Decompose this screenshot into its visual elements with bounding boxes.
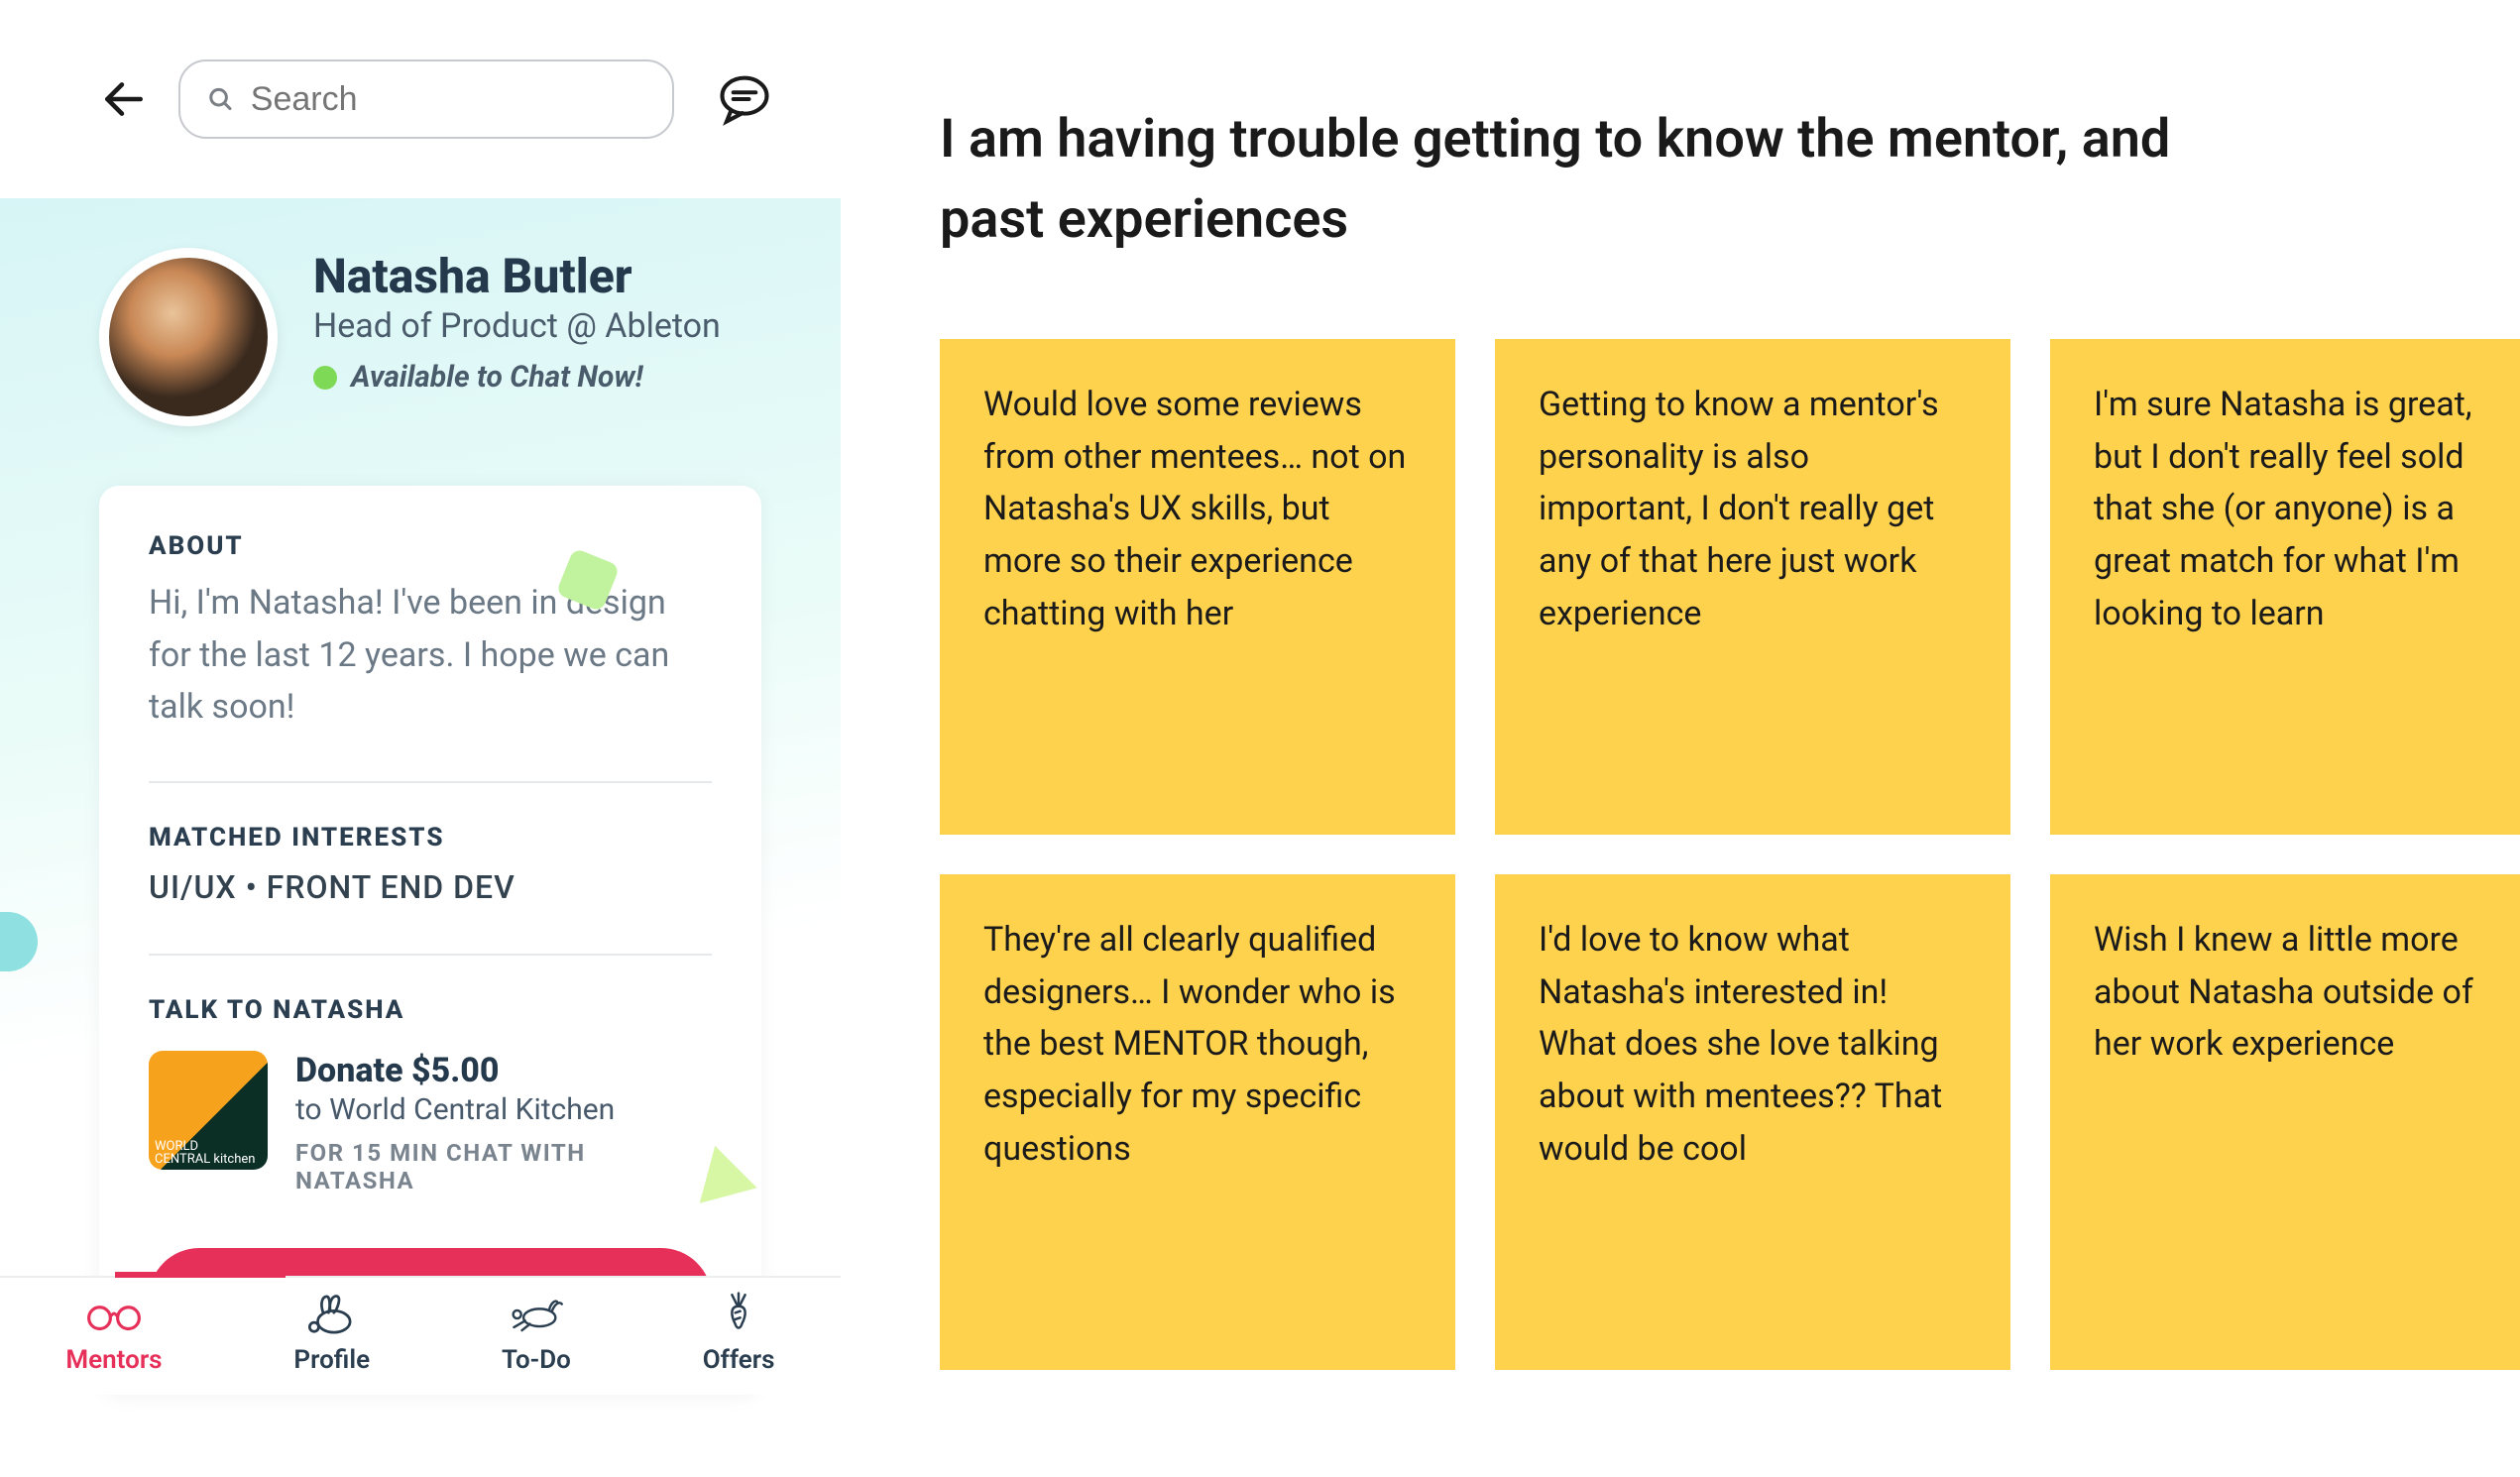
mentor-card: ABOUT Hi, I'm Natasha! I've been in desi… (99, 486, 761, 1395)
mentor-avatar (99, 248, 278, 426)
mentor-title: Head of Product @ Ableton (313, 306, 721, 346)
tab-label: Offers (703, 1345, 775, 1375)
interests-label: MATCHED INTERESTS (149, 823, 712, 852)
talk-to-label: TALK TO NATASHA (149, 995, 712, 1025)
search-box[interactable] (178, 59, 674, 139)
messages-icon[interactable] (718, 72, 771, 126)
feedback-panel: I am having trouble getting to know the … (841, 0, 2520, 1477)
tab-label: To-Do (502, 1345, 571, 1375)
tab-label: Mentors (65, 1345, 162, 1375)
divider (149, 954, 712, 956)
donate-org: to World Central Kitchen (295, 1092, 712, 1127)
online-dot-icon (313, 366, 337, 390)
charity-logo (149, 1051, 268, 1170)
donate-duration: FOR 15 MIN CHAT WITH NATASHA (295, 1139, 712, 1194)
profile-area: Natasha Butler Head of Product @ Ableton… (0, 198, 841, 1395)
sticky-note: I'm sure Natasha is great, but I don't r… (2050, 339, 2520, 835)
sticky-note: I'd love to know what Natasha's interest… (1495, 874, 2010, 1370)
app-panel: Natasha Butler Head of Product @ Ableton… (0, 0, 841, 1477)
availability-text: Available to Chat Now! (351, 360, 643, 395)
interests-value: UI/UX • FRONT END DEV (149, 868, 712, 906)
tab-bar: Mentors Profile (0, 1276, 841, 1395)
feedback-title: I am having trouble getting to know the … (940, 99, 2229, 260)
search-icon (206, 83, 235, 115)
mentor-name: Natasha Butler (313, 248, 721, 304)
running-rabbit-icon (508, 1292, 565, 1337)
glasses-icon (85, 1292, 143, 1337)
sticky-note: Wish I knew a little more about Natasha … (2050, 874, 2520, 1370)
decorative-shape (0, 912, 38, 971)
about-text: Hi, I'm Natasha! I've been in design for… (149, 577, 712, 734)
tab-todo[interactable]: To-Do (502, 1292, 571, 1375)
sticky-notes-grid: Would love some reviews from other mente… (940, 339, 2520, 1370)
tab-profile[interactable]: Profile (293, 1292, 370, 1375)
donate-amount: Donate $5.00 (295, 1051, 712, 1090)
carrot-icon (710, 1292, 767, 1337)
divider (149, 781, 712, 783)
rabbit-icon (303, 1292, 361, 1337)
sticky-note: Would love some reviews from other mente… (940, 339, 1455, 835)
sticky-note: They're all clearly qualified designers…… (940, 874, 1455, 1370)
tab-offers[interactable]: Offers (703, 1292, 775, 1375)
sticky-note: Getting to know a mentor's personality i… (1495, 339, 2010, 835)
back-icon[interactable] (99, 74, 149, 124)
search-input[interactable] (251, 80, 646, 119)
donation-row: Donate $5.00 to World Central Kitchen FO… (149, 1051, 712, 1194)
tab-label: Profile (293, 1345, 370, 1375)
tab-mentors[interactable]: Mentors (65, 1292, 162, 1375)
availability-badge: Available to Chat Now! (313, 360, 721, 395)
about-label: ABOUT (149, 531, 712, 561)
top-bar (69, 59, 771, 139)
mentor-header: Natasha Butler Head of Product @ Ableton… (99, 238, 761, 476)
